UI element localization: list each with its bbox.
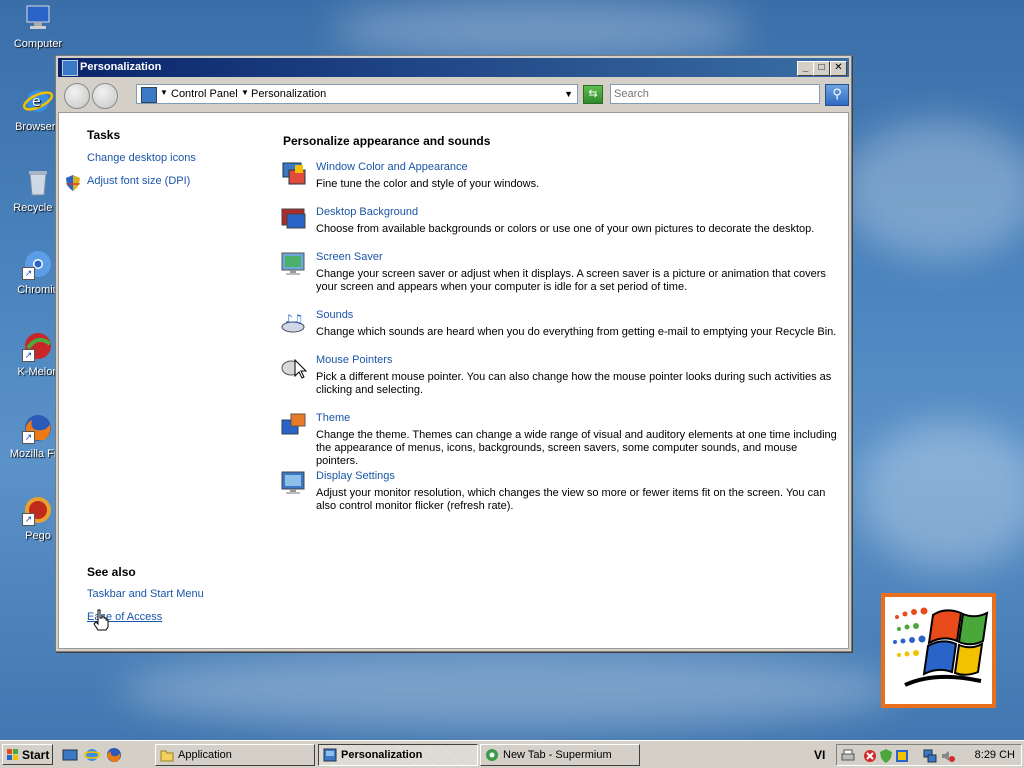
navigation-bar: ▼ Control Panel ▼ Personalization ▼ ⇆ ⚲: [58, 78, 849, 110]
sounds-icon: ♪♫: [281, 312, 305, 333]
desktop-icon-computer[interactable]: Computer: [0, 2, 76, 50]
search-icon[interactable]: ⚲: [825, 84, 849, 106]
forward-button[interactable]: [92, 83, 118, 109]
taskbar-task-personalization[interactable]: Personalization: [318, 744, 478, 766]
language-indicator[interactable]: VI: [814, 748, 825, 762]
task-label: Personalization: [341, 749, 423, 761]
theme-link[interactable]: Theme: [316, 412, 350, 424]
recycle-bin-icon: [22, 166, 54, 198]
address-bar[interactable]: ▼ Control Panel ▼ Personalization ▼: [136, 84, 578, 104]
item-description: Fine tune the color and style of your wi…: [316, 178, 540, 190]
clock[interactable]: 8:29 CH: [975, 749, 1015, 761]
internet-explorer-icon: e: [22, 85, 54, 117]
svg-text:e: e: [32, 94, 41, 110]
task-label: New Tab - Supermium: [503, 749, 612, 761]
computer-icon: [22, 2, 54, 34]
change-desktop-icons-link[interactable]: Change desktop icons: [87, 152, 196, 164]
security-alert-icon[interactable]: [863, 749, 877, 763]
svg-text:♪♫: ♪♫: [285, 312, 303, 326]
show-desktop-icon[interactable]: [62, 747, 78, 763]
screen-saver-icon: [281, 252, 305, 275]
tasks-heading: Tasks: [87, 128, 121, 142]
maximize-button[interactable]: □: [813, 61, 830, 76]
taskbar-task-application[interactable]: Application: [155, 744, 315, 766]
item-description: Adjust your monitor resolution, which ch…: [316, 487, 826, 512]
breadcrumb-control-panel[interactable]: Control Panel: [171, 88, 238, 100]
windows-flag-icon: [893, 607, 989, 687]
windows-update-icon[interactable]: [895, 749, 909, 763]
taskbar: Start Application Personalization New Ta…: [0, 740, 1024, 768]
item-description: Change which sounds are heard when you d…: [316, 326, 837, 338]
pego-icon: ↗: [22, 494, 54, 526]
back-button[interactable]: [64, 83, 90, 109]
chromium-icon: ↗: [22, 248, 54, 280]
item-description: Choose from available backgrounds or col…: [316, 223, 815, 235]
windows-flag-icon: [7, 749, 18, 760]
k-meleon-icon: ↗: [22, 330, 54, 362]
desktop-background-link[interactable]: Desktop Background: [316, 206, 418, 218]
firefox-icon: ↗: [22, 412, 54, 444]
desktop-icon-label: Computer: [13, 38, 63, 50]
search-input[interactable]: [610, 84, 820, 104]
minimize-button[interactable]: _: [797, 61, 814, 76]
adjust-font-size-link[interactable]: Adjust font size (DPI): [87, 175, 190, 187]
theme-icon: [281, 413, 306, 435]
hand-cursor-icon: [93, 609, 109, 631]
task-label: Application: [178, 749, 232, 761]
start-label: Start: [22, 748, 50, 762]
mouse-pointers-link[interactable]: Mouse Pointers: [316, 354, 392, 366]
chevron-right-icon[interactable]: ▼: [241, 88, 249, 97]
supermium-icon: [486, 749, 498, 761]
window-color-icon: [282, 162, 306, 185]
internet-explorer-icon[interactable]: [84, 747, 100, 763]
control-panel-icon: [62, 60, 78, 76]
personalization-window: Personalization _ □ ✕ ▼ Control Panel ▼ …: [55, 55, 852, 652]
firefox-icon[interactable]: [106, 747, 122, 763]
display-settings-link[interactable]: Display Settings: [316, 470, 395, 482]
content-pane: Tasks Change desktop icons Adjust font s…: [58, 112, 849, 649]
window-title: Personalization: [80, 61, 162, 73]
taskbar-start-menu-link[interactable]: Taskbar and Start Menu: [87, 588, 204, 600]
printer-icon[interactable]: [841, 749, 855, 763]
desktop-background-icon: [281, 208, 306, 229]
item-description: Pick a different mouse pointer. You can …: [316, 371, 832, 396]
chevron-down-icon[interactable]: ▼: [564, 89, 573, 99]
taskbar-task-supermium[interactable]: New Tab - Supermium: [480, 744, 640, 766]
mouse-pointers-icon: [281, 358, 307, 379]
windows-logo-widget: [881, 593, 996, 708]
see-also-heading: See also: [87, 565, 136, 579]
refresh-button[interactable]: ⇆: [583, 85, 603, 104]
item-description: Change the theme. Themes can change a wi…: [316, 429, 837, 467]
display-settings-icon: [281, 471, 305, 494]
window-titlebar[interactable]: Personalization _ □ ✕: [58, 58, 849, 77]
system-tray: 8:29 CH: [836, 744, 1022, 766]
volume-muted-icon[interactable]: [941, 749, 955, 763]
main-heading: Personalize appearance and sounds: [283, 134, 491, 148]
item-description: Change your screen saver or adjust when …: [316, 268, 826, 293]
sounds-link[interactable]: Sounds: [316, 309, 353, 321]
chevron-right-icon[interactable]: ▼: [160, 88, 168, 97]
close-button[interactable]: ✕: [830, 61, 847, 76]
control-panel-icon: [323, 748, 337, 762]
folder-icon: [160, 750, 174, 762]
start-button[interactable]: Start: [2, 744, 53, 765]
screen-saver-link[interactable]: Screen Saver: [316, 251, 383, 263]
shield-icon: [66, 175, 80, 191]
window-color-link[interactable]: Window Color and Appearance: [316, 161, 468, 173]
breadcrumb-personalization[interactable]: Personalization: [251, 88, 326, 100]
network-icon[interactable]: [923, 749, 937, 763]
shield-check-icon[interactable]: [879, 749, 893, 763]
control-panel-icon: [141, 87, 157, 103]
